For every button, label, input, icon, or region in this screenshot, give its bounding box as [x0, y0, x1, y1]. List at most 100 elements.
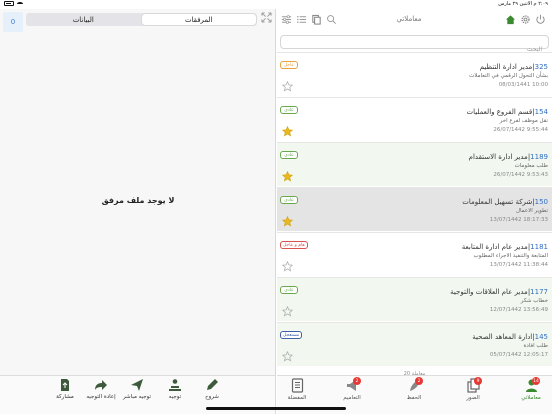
- item-subject: طلب معلومات: [514, 163, 548, 169]
- reforward-button[interactable]: إعادة التوجيه: [83, 378, 119, 400]
- item-number: 1177: [530, 288, 548, 296]
- status-bar: ٢:٠٩ م الاثنين ٢٩ مارس: [0, 0, 552, 9]
- status-icons: [4, 1, 23, 6]
- star-icon[interactable]: [282, 306, 293, 317]
- segment-attachments[interactable]: المرفقات: [141, 14, 256, 25]
- share-file-icon: [61, 379, 69, 391]
- item-date: 05/07/1442 12:05:17: [489, 352, 548, 358]
- item-subject: بشأن التحول الرقمي في التعاملات: [469, 73, 548, 79]
- attachments-count[interactable]: 0: [3, 12, 23, 32]
- share-button[interactable]: مشاركة: [47, 378, 83, 400]
- star-icon[interactable]: [282, 171, 293, 182]
- attachments-toolbar: 0 البيانات المرفقات: [0, 9, 276, 32]
- search-bar: [280, 35, 549, 56]
- priority-badge: عادي: [280, 151, 298, 159]
- item-date: 26/07/1442 9:55:44: [493, 127, 548, 133]
- power-icon[interactable]: [535, 14, 546, 25]
- priority-badge: عادي: [280, 106, 298, 114]
- status-time: ٢:٠٩ م الاثنين ٢٩ مارس: [498, 1, 548, 7]
- home-icon[interactable]: [505, 14, 516, 25]
- empty-attachments-message: لا يوجد ملف مرفق: [101, 196, 175, 205]
- gear-icon[interactable]: [520, 14, 531, 25]
- page-title: معاملاتي: [396, 15, 422, 23]
- archive-badge: 2: [415, 377, 423, 385]
- item-sender: مدير ادارة التنظيم: [479, 63, 533, 71]
- star-icon[interactable]: [282, 126, 293, 137]
- header: معاملاتي: [277, 9, 552, 31]
- priority-badge: عادي: [280, 196, 298, 204]
- list-item[interactable]: عادي 154|قسم الفروع والعمليات نقل موظف لفر…: [277, 97, 552, 141]
- battery-icon: [4, 1, 14, 6]
- segment-data[interactable]: البيانات: [26, 13, 141, 26]
- tab-my-transactions[interactable]: 14 معاملاتي: [511, 377, 551, 401]
- transactions-panel: معاملاتي عاجل 325|مدير ادارة التنظيم بشأن …: [277, 9, 552, 377]
- tab-circulars[interactable]: 2 التعاميم: [332, 377, 372, 401]
- transactions-list: عاجل 325|مدير ادارة التنظيم بشأن التحول ال…: [277, 52, 552, 370]
- pen-icon: [207, 379, 218, 390]
- wifi-icon: [17, 1, 23, 6]
- item-subject: نقل موظف لفرع اخر: [499, 118, 548, 124]
- item-date: 12/07/1442 13:56:49: [489, 307, 548, 313]
- priority-badge: هام و عاجل: [280, 241, 308, 249]
- item-sender: مدير عام ادارة المتابعة: [461, 243, 528, 251]
- item-title: 1181|مدير عام ادارة المتابعة: [461, 243, 548, 251]
- item-subject: طلب افادة: [523, 343, 548, 349]
- copy-document-icon[interactable]: [311, 14, 322, 25]
- item-subject: المتابعة والتنفيذ الاجراء المطلوب: [473, 253, 548, 259]
- item-number: 150: [534, 198, 548, 206]
- expand-icon[interactable]: [261, 12, 272, 23]
- route-users-icon: [169, 379, 181, 391]
- item-sender: مدير عام العلاقات والتوجية: [450, 288, 528, 296]
- priority-badge: عادي: [280, 286, 298, 294]
- star-icon[interactable]: [282, 261, 293, 272]
- item-title: 154|قسم الفروع والعمليات: [466, 108, 548, 116]
- list-icon[interactable]: [296, 14, 307, 25]
- item-sender: شركة تسهيل المعلومات: [462, 198, 533, 206]
- item-subject: خطاب شكر: [520, 298, 548, 304]
- circulars-badge: 2: [353, 377, 361, 385]
- direct-route-button[interactable]: توجيه مباشر: [119, 378, 155, 400]
- item-number: 1181: [530, 243, 548, 251]
- item-title: 1177|مدير عام العلاقات والتوجية: [450, 288, 548, 296]
- route-button[interactable]: توجيه: [157, 378, 193, 400]
- search-icon[interactable]: [326, 14, 337, 25]
- my-transactions-badge: 14: [532, 377, 540, 385]
- item-number: 325: [534, 63, 548, 71]
- item-title: 150|شركة تسهيل المعلومات: [462, 198, 548, 206]
- list-item[interactable]: هام و عاجل 1181|مدير عام ادارة المتابعة ال…: [277, 232, 552, 276]
- tab-copies[interactable]: 9 الصور: [453, 377, 493, 401]
- star-icon[interactable]: [282, 216, 293, 227]
- list-item[interactable]: مستعجل 145|ادارة المعاهد الصحية طلب افادة 0…: [277, 322, 552, 366]
- item-date: 13/07/1442 11:38:44: [489, 262, 548, 268]
- item-sender: قسم الفروع والعمليات: [466, 108, 533, 116]
- item-number: 1189: [530, 153, 548, 161]
- item-date: 26/07/1442 9:53:43: [493, 172, 548, 178]
- list-item[interactable]: عادي 1177|مدير عام العلاقات والتوجية خطاب …: [277, 277, 552, 321]
- filter-sliders-icon[interactable]: [281, 14, 292, 25]
- priority-badge: مستعجل: [280, 331, 303, 339]
- item-title: 145|ادارة المعاهد الصحية: [472, 333, 548, 341]
- tab-archive[interactable]: 2 الحفظ: [394, 377, 434, 401]
- star-icon[interactable]: [282, 351, 293, 362]
- item-subject: تطوير الاعمال: [516, 208, 548, 214]
- item-title: 325|مدير ادارة التنظيم: [479, 63, 548, 71]
- item-title: 1189|مدير ادارة الاستقدام: [468, 153, 548, 161]
- attachments-panel: 0 البيانات المرفقات لا يوجد ملف مرفق: [0, 9, 276, 375]
- forward-arrow-icon: [95, 380, 107, 390]
- priority-badge: عاجل: [280, 61, 298, 69]
- item-sender: ادارة المعاهد الصحية: [472, 333, 533, 341]
- item-number: 154: [534, 108, 548, 116]
- list-item[interactable]: عاجل 325|مدير ادارة التنظيم بشأن التحول ال…: [277, 52, 552, 96]
- send-plane-icon: [131, 379, 143, 391]
- star-icon[interactable]: [282, 81, 293, 92]
- home-indicator: [206, 407, 346, 410]
- list-item[interactable]: عادي 1189|مدير ادارة الاستقدام طلب معلومات…: [277, 142, 552, 186]
- favorites-doc-icon: [291, 378, 303, 393]
- list-item[interactable]: عادي 150|شركة تسهيل المعلومات تطوير الاعما…: [277, 187, 552, 231]
- item-date: 13/07/1442 18:17:33: [489, 217, 548, 223]
- segment-control: البيانات المرفقات: [26, 13, 257, 26]
- tab-favorites[interactable]: المفضلة: [277, 378, 317, 401]
- item-sender: مدير ادارة الاستقدام: [468, 153, 528, 161]
- notes-button[interactable]: شروح: [194, 378, 230, 400]
- item-number: 145: [534, 333, 548, 341]
